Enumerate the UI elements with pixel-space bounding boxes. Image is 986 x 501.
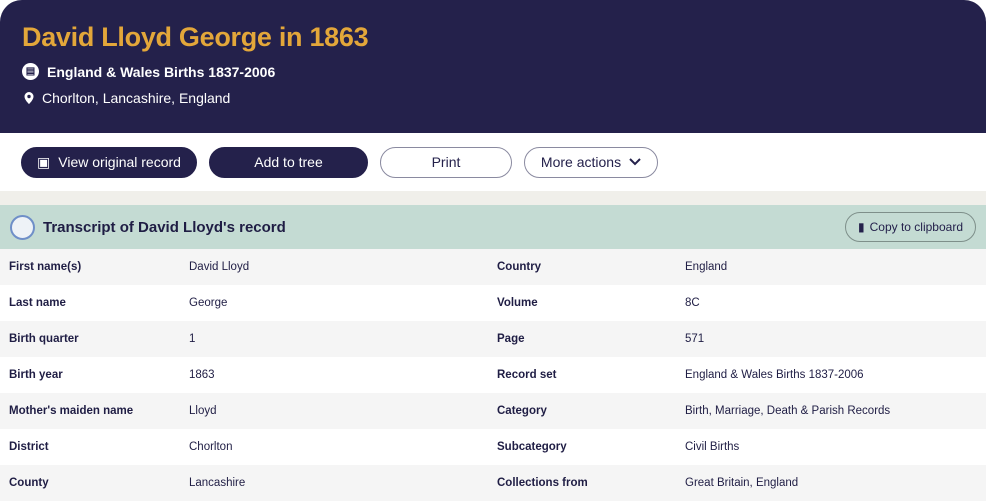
table-row: Birth quarter 1 Page 571 [0, 321, 986, 357]
field-label: Record set [497, 369, 557, 381]
field-value: 1863 [189, 369, 215, 381]
transcript-table: (function(){ const d=JSON.parse(document… [0, 249, 986, 501]
transcript-header: Transcript of David Lloyd's record ▮ Copy… [0, 205, 986, 249]
field-label: Last name [9, 297, 66, 309]
field-value: George [189, 297, 228, 309]
field-value: 571 [685, 333, 705, 345]
field-label: First name(s) [9, 261, 82, 273]
field-label: Category [497, 405, 547, 417]
table-row: District Chorlton Subcategory Civil Birt… [0, 429, 986, 465]
print-button[interactable]: Print [380, 146, 512, 178]
record-header: David Lloyd George in 1863 ▤ England & Wa… [0, 0, 986, 133]
field-label: Birth quarter [9, 333, 79, 345]
clipboard-icon: ▮ [858, 220, 865, 234]
add-to-tree-button[interactable]: Add to tree [209, 146, 368, 178]
field-value: England & Wales Births 1837-2006 [685, 369, 864, 381]
more-actions-button[interactable]: More actions [524, 146, 658, 178]
field-value: Chorlton [189, 441, 233, 453]
field-label: Collections from [497, 477, 588, 489]
divider [0, 191, 986, 205]
field-value: Great Britain, England [685, 477, 799, 489]
field-value: Civil Births [685, 441, 740, 453]
field-label: Volume [497, 297, 538, 309]
field-label: Country [497, 261, 542, 273]
field-label: Page [497, 333, 525, 345]
page-title: David Lloyd George in 1863 [22, 22, 369, 52]
field-label: Birth year [9, 369, 63, 381]
action-bar: ▣ View original record Add to tree Print … [0, 133, 986, 191]
transcript-title: Transcript of David Lloyd's record [43, 218, 286, 236]
field-value: England [685, 261, 728, 273]
field-label: District [9, 441, 49, 453]
field-value: David Lloyd [189, 261, 250, 273]
chevron-down-icon [629, 158, 641, 166]
field-value: 8C [685, 297, 700, 309]
field-value: 1 [189, 333, 196, 345]
view-original-record-button[interactable]: ▣ View original record [21, 146, 197, 178]
table-row: Last name George Volume 8C [0, 285, 986, 321]
table-row: Mother's maiden name Lloyd Category Birt… [0, 393, 986, 429]
field-value: Lloyd [189, 405, 217, 417]
table-row: First name(s) David Lloyd Country Englan… [0, 249, 986, 285]
field-label: Subcategory [497, 441, 567, 453]
document-icon: ▣ [37, 153, 51, 170]
field-value: Lancashire [189, 477, 246, 489]
record-location: Chorlton, Lancashire, England [42, 90, 231, 106]
field-label: County [9, 477, 49, 489]
copy-to-clipboard-button[interactable]: ▮ Copy to clipboard [845, 212, 976, 242]
field-label: Mother's maiden name [9, 405, 134, 417]
collection-name: England & Wales Births 1837-2006 [47, 63, 276, 80]
table-row: County Lancashire Collections from Great… [0, 465, 986, 501]
table-row: Birth year 1863 Record set England & Wal… [0, 357, 986, 393]
field-value: Birth, Marriage, Death & Parish Records [685, 405, 891, 417]
book-icon: ▤ [22, 63, 39, 80]
location-pin-icon [24, 92, 34, 104]
person-avatar-icon [10, 214, 35, 240]
